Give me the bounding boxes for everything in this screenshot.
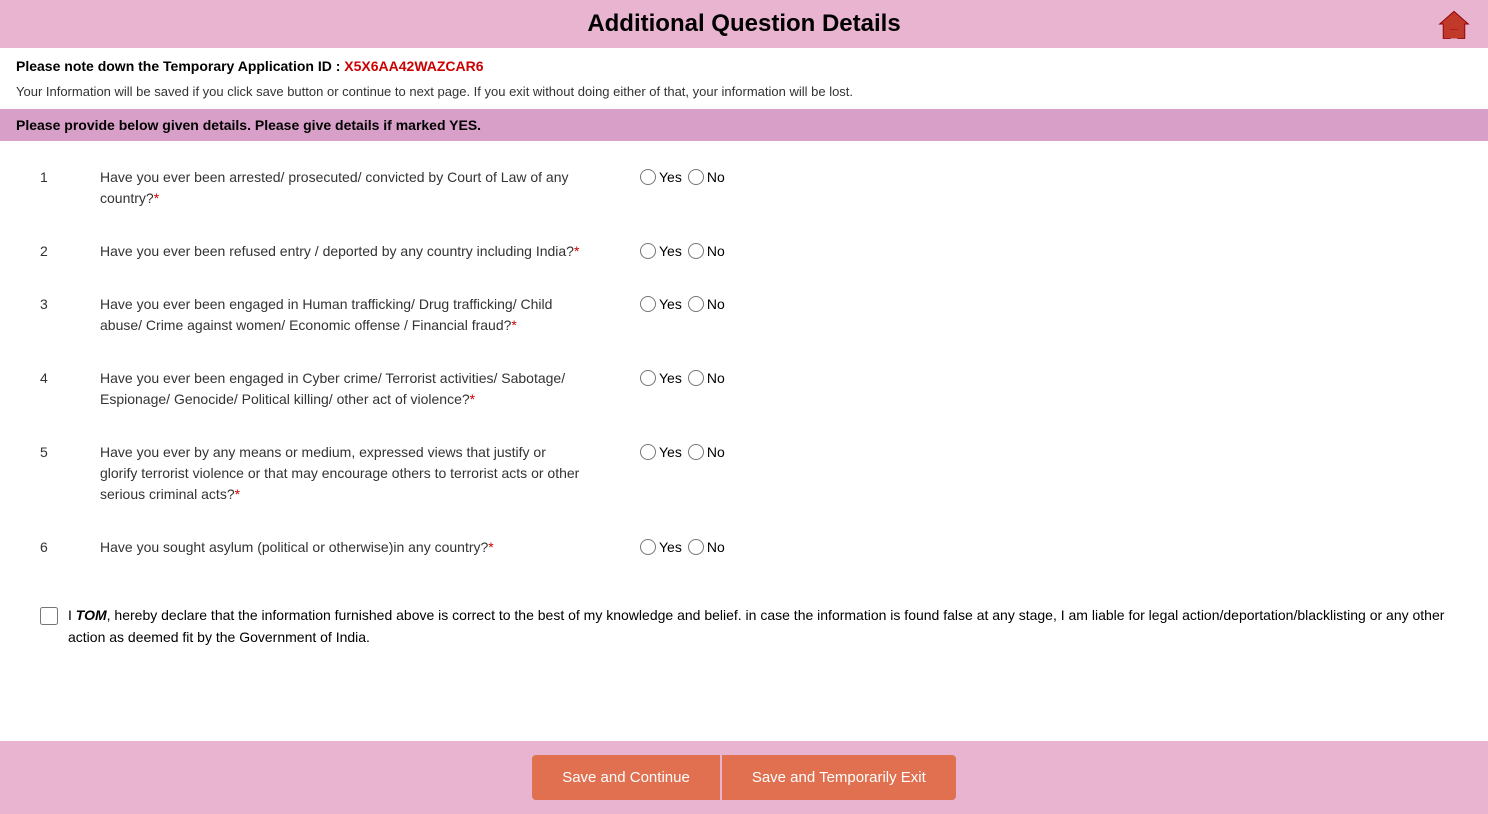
question-row-6: 6 Have you sought asylum (political or o… (40, 521, 1448, 574)
radio-input-no-3[interactable] (688, 296, 704, 312)
question-text-4: Have you ever been engaged in Cyber crim… (100, 368, 580, 410)
radio-no-6[interactable]: No (688, 539, 725, 555)
required-marker-6: * (488, 539, 493, 555)
radio-input-yes-5[interactable] (640, 444, 656, 460)
question-row-2: 2 Have you ever been refused entry / dep… (40, 225, 1448, 278)
question-row-4: 4 Have you ever been engaged in Cyber cr… (40, 352, 1448, 426)
radio-input-yes-1[interactable] (640, 169, 656, 185)
radio-no-3[interactable]: No (688, 296, 725, 312)
radio-no-label-2: No (707, 243, 725, 259)
question-text-1: Have you ever been arrested/ prosecuted/… (100, 167, 580, 209)
declaration-checkbox[interactable] (40, 607, 58, 625)
page-header: Additional Question Details (0, 0, 1488, 48)
footer: Save and Continue Save and Temporarily E… (0, 741, 1488, 814)
radio-no-1[interactable]: No (688, 169, 725, 185)
radio-no-4[interactable]: No (688, 370, 725, 386)
radio-input-no-5[interactable] (688, 444, 704, 460)
question-text-2: Have you ever been refused entry / depor… (100, 241, 580, 262)
app-id-value: X5X6AA42WAZCAR6 (344, 58, 483, 74)
radio-yes-label-2: Yes (659, 243, 682, 259)
radio-yes-1[interactable]: Yes (640, 169, 682, 185)
radio-yes-3[interactable]: Yes (640, 296, 682, 312)
page-title: Additional Question Details (0, 10, 1488, 38)
radio-no-label-5: No (707, 444, 725, 460)
radio-input-no-6[interactable] (688, 539, 704, 555)
save-exit-button[interactable]: Save and Temporarily Exit (722, 755, 956, 800)
radio-no-label-1: No (707, 169, 725, 185)
app-id-label: Please note down the Temporary Applicati… (16, 58, 340, 74)
question-number-3: 3 (40, 294, 100, 312)
radio-no-label-3: No (707, 296, 725, 312)
question-row-5: 5 Have you ever by any means or medium, … (40, 426, 1448, 521)
question-number-1: 1 (40, 167, 100, 185)
declaration-text: I TOM, hereby declare that the informati… (40, 604, 1448, 649)
radio-group-2: Yes No (640, 241, 725, 259)
question-number-2: 2 (40, 241, 100, 259)
radio-no-label-4: No (707, 370, 725, 386)
radio-input-yes-6[interactable] (640, 539, 656, 555)
questions-section: 1 Have you ever been arrested/ prosecute… (0, 141, 1488, 584)
radio-input-no-2[interactable] (688, 243, 704, 259)
radio-input-yes-4[interactable] (640, 370, 656, 386)
radio-input-yes-2[interactable] (640, 243, 656, 259)
radio-yes-2[interactable]: Yes (640, 243, 682, 259)
radio-group-3: Yes No (640, 294, 725, 312)
radio-yes-5[interactable]: Yes (640, 444, 682, 460)
info-text: Your Information will be saved if you cl… (0, 80, 1488, 109)
radio-yes-label-3: Yes (659, 296, 682, 312)
radio-yes-label-4: Yes (659, 370, 682, 386)
radio-yes-4[interactable]: Yes (640, 370, 682, 386)
question-number-4: 4 (40, 368, 100, 386)
radio-yes-label-6: Yes (659, 539, 682, 555)
radio-input-no-4[interactable] (688, 370, 704, 386)
declaration-section: I TOM, hereby declare that the informati… (0, 584, 1488, 669)
app-id-section: Please note down the Temporary Applicati… (0, 48, 1488, 80)
radio-input-no-1[interactable] (688, 169, 704, 185)
required-marker-1: * (154, 190, 159, 206)
radio-yes-label-5: Yes (659, 444, 682, 460)
instruction-bar: Please provide below given details. Plea… (0, 109, 1488, 141)
radio-no-label-6: No (707, 539, 725, 555)
radio-group-5: Yes No (640, 442, 725, 460)
question-text-6: Have you sought asylum (political or oth… (100, 537, 580, 558)
decl-text-before: I (68, 607, 76, 623)
declaration-body: I TOM, hereby declare that the informati… (68, 604, 1448, 649)
question-text-3: Have you ever been engaged in Human traf… (100, 294, 580, 336)
required-marker-5: * (235, 486, 240, 502)
question-text-5: Have you ever by any means or medium, ex… (100, 442, 580, 505)
required-marker-3: * (511, 317, 516, 333)
question-number-5: 5 (40, 442, 100, 460)
radio-yes-6[interactable]: Yes (640, 539, 682, 555)
required-marker-4: * (470, 391, 475, 407)
decl-text-after: , hereby declare that the information fu… (68, 607, 1444, 645)
save-continue-button[interactable]: Save and Continue (532, 755, 720, 800)
radio-group-6: Yes No (640, 537, 725, 555)
radio-no-2[interactable]: No (688, 243, 725, 259)
radio-yes-label-1: Yes (659, 169, 682, 185)
home-icon[interactable] (1436, 6, 1472, 42)
required-marker-2: * (574, 243, 579, 259)
question-row-1: 1 Have you ever been arrested/ prosecute… (40, 151, 1448, 225)
radio-no-5[interactable]: No (688, 444, 725, 460)
decl-name: TOM (76, 607, 107, 623)
radio-group-4: Yes No (640, 368, 725, 386)
radio-input-yes-3[interactable] (640, 296, 656, 312)
radio-group-1: Yes No (640, 167, 725, 185)
question-row-3: 3 Have you ever been engaged in Human tr… (40, 278, 1448, 352)
question-number-6: 6 (40, 537, 100, 555)
